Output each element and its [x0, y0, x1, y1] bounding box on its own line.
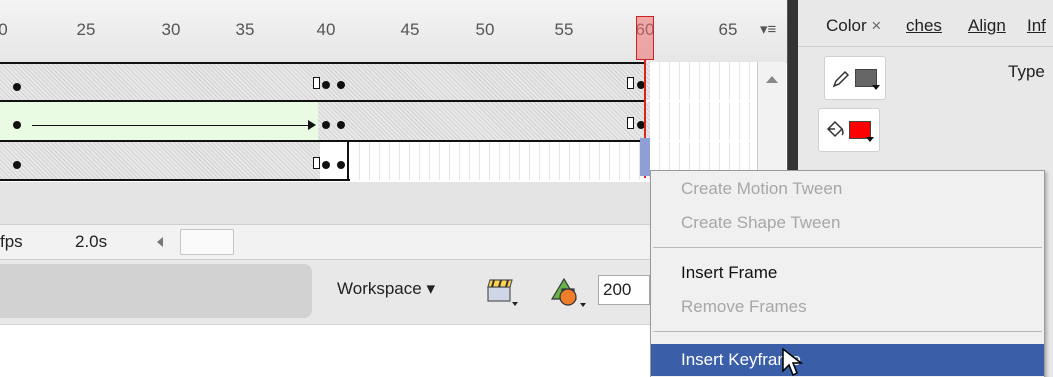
- keyframe-dot: [322, 81, 330, 89]
- flash-workspace: 0 25 30 35 40 45 50 55 60 65 ▾≡: [0, 0, 1053, 377]
- horizontal-scroll-thumb[interactable]: [180, 229, 234, 255]
- menu-item-label: Insert Frame: [681, 263, 778, 282]
- paint-bucket-icon: [826, 120, 844, 138]
- end-frame-marker: [627, 77, 634, 89]
- zoom-input[interactable]: 200: [598, 275, 650, 305]
- ruler-number: 30: [161, 20, 181, 39]
- selected-frame: [640, 138, 650, 176]
- keyframe-dot: [13, 83, 21, 91]
- edit-bar: Workspace ▾ 200: [0, 260, 650, 325]
- tween-arrow-head: [308, 120, 316, 130]
- menu-item-create-shape-tween[interactable]: Create Shape Tween: [651, 209, 1044, 237]
- keyframe-dot: [337, 121, 345, 129]
- pencil-icon: [832, 70, 850, 88]
- menu-item-label: Create Shape Tween: [681, 213, 841, 232]
- close-icon[interactable]: ×: [871, 16, 881, 35]
- keyframe-dot: [13, 121, 21, 129]
- menu-item-insert-keyframe[interactable]: Insert Keyframe: [651, 344, 1044, 376]
- panel-menu-icon[interactable]: ▾≡: [760, 20, 776, 38]
- keyframe-dot: [13, 161, 21, 169]
- playhead[interactable]: [636, 16, 654, 60]
- scroll-left-icon[interactable]: [157, 237, 163, 247]
- context-menu: Create Motion Tween Create Shape Tween I…: [650, 170, 1045, 377]
- ruler-number: 35: [235, 20, 255, 39]
- fill-color-control[interactable]: [818, 108, 880, 152]
- ruler-number: 55: [554, 20, 574, 39]
- keyframe-dot: [337, 161, 345, 169]
- ruler-number: 50: [475, 20, 495, 39]
- menu-item-insert-frame[interactable]: Insert Frame: [651, 259, 1044, 287]
- ruler-number: 65: [718, 20, 738, 39]
- scene-tab-area: [0, 264, 312, 318]
- timeline-vertical-scrollbar[interactable]: [757, 62, 786, 182]
- tween-arrow: [32, 125, 310, 126]
- timeline-ruler[interactable]: 0 25 30 35 40 45 50 55 60 65 ▾≡: [0, 0, 790, 63]
- fps-label: fps: [0, 232, 23, 251]
- clapperboard-icon[interactable]: [486, 278, 520, 308]
- scroll-up-icon[interactable]: [766, 76, 778, 83]
- motion-tween-span: [0, 102, 318, 140]
- workspace-menu[interactable]: Workspace ▾: [337, 279, 435, 299]
- menu-item-create-motion-tween[interactable]: Create Motion Tween: [651, 175, 1044, 203]
- edit-symbols-icon[interactable]: [548, 275, 588, 309]
- keyframe-dot: [322, 121, 330, 129]
- tab-align[interactable]: Align: [968, 16, 1006, 36]
- type-label: Type: [1008, 62, 1045, 81]
- menu-item-label: Remove Frames: [681, 297, 807, 316]
- ruler-number: 25: [76, 20, 96, 39]
- elapsed-time: 2.0s: [75, 232, 108, 251]
- tab-color-label: Color: [826, 16, 867, 35]
- ruler-number: 40: [316, 20, 336, 39]
- ruler-number: 45: [400, 20, 420, 39]
- keyframe-dot: [337, 81, 345, 89]
- menu-item-remove-frames[interactable]: Remove Frames: [651, 293, 1044, 321]
- timeline-empty-area: [0, 182, 650, 224]
- tab-swatches[interactable]: ches: [906, 16, 942, 36]
- keyframe-dot: [322, 161, 330, 169]
- mouse-pointer-icon: [782, 347, 804, 377]
- menu-item-label: Create Motion Tween: [681, 179, 843, 198]
- ruler-number: 0: [0, 20, 8, 39]
- end-frame-marker: [313, 157, 320, 169]
- tab-info[interactable]: Inf: [1027, 16, 1046, 36]
- tab-color[interactable]: Color ×: [826, 16, 881, 36]
- timeline-statusbar: fps 2.0s: [0, 224, 650, 260]
- end-frame-marker: [627, 117, 634, 129]
- end-frame-marker: [313, 77, 320, 89]
- stroke-color-control[interactable]: [824, 56, 886, 100]
